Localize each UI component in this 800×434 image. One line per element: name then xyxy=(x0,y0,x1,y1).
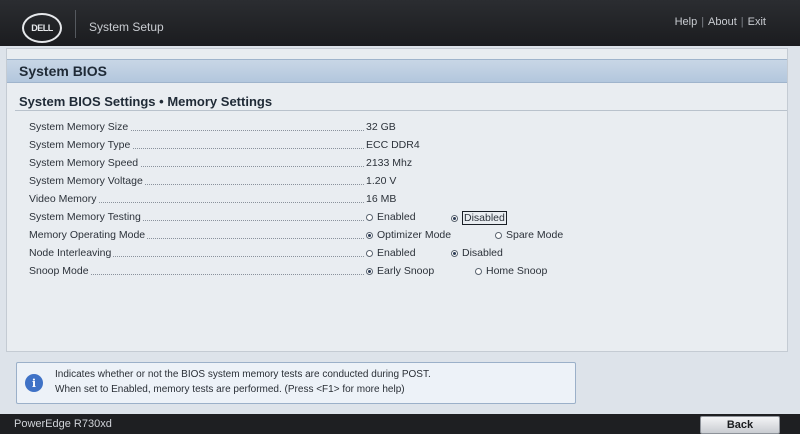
setting-row-memory-speed: System Memory Speed 2133 Mhz xyxy=(21,154,776,172)
radio-label: Enabled xyxy=(377,211,416,223)
setting-row-memory-testing: System Memory Testing Enabled Disabled xyxy=(21,208,776,226)
app-title: System Setup xyxy=(89,20,164,34)
setting-label: Node Interleaving xyxy=(29,247,114,259)
header-divider xyxy=(75,10,76,38)
setting-row-memory-size: System Memory Size 32 GB xyxy=(21,118,776,136)
setting-label: System Memory Testing xyxy=(29,211,143,223)
setting-label: Memory Operating Mode xyxy=(29,229,148,241)
node-interleaving-enabled-radio[interactable]: Enabled xyxy=(366,247,416,259)
radio-label: Enabled xyxy=(377,247,416,259)
header-links: Help | About | Exit xyxy=(675,16,766,28)
info-icon: i xyxy=(25,374,43,392)
setting-row-memory-type: System Memory Type ECC DDR4 xyxy=(21,136,776,154)
memory-testing-disabled-radio[interactable]: Disabled xyxy=(451,211,507,225)
radio-label: Early Snoop xyxy=(377,265,435,277)
radio-label: Home Snoop xyxy=(486,265,548,277)
setting-value: 2133 Mhz xyxy=(366,157,413,169)
setting-row-memory-voltage: System Memory Voltage 1.20 V xyxy=(21,172,776,190)
panel-header: System BIOS xyxy=(7,59,787,83)
home-snoop-radio[interactable]: Home Snoop xyxy=(475,265,547,277)
dell-logo: DELL xyxy=(22,13,62,43)
setting-label: System Memory Size xyxy=(29,121,131,133)
setting-value: 16 MB xyxy=(366,193,397,205)
setting-value: ECC DDR4 xyxy=(366,139,420,151)
panel-title: System BIOS xyxy=(19,63,107,79)
link-separator: | xyxy=(701,16,705,28)
help-link[interactable]: Help xyxy=(675,16,698,28)
server-model: PowerEdge R730xd xyxy=(14,418,112,430)
setting-row-snoop-mode: Snoop Mode Early Snoop Home Snoop xyxy=(21,262,776,280)
about-link[interactable]: About xyxy=(708,16,737,28)
radio-circle-icon xyxy=(366,249,373,257)
radio-label: Optimizer Mode xyxy=(377,229,452,241)
help-line: Indicates whether or not the BIOS system… xyxy=(55,369,431,380)
setting-label: System Memory Speed xyxy=(29,157,141,169)
bottom-bar: PowerEdge R730xd Back xyxy=(0,414,800,434)
memory-testing-enabled-radio[interactable]: Enabled xyxy=(366,211,416,223)
node-interleaving-disabled-radio[interactable]: Disabled xyxy=(451,247,503,259)
setting-label: System Memory Type xyxy=(29,139,133,151)
radio-selected-icon xyxy=(451,249,458,257)
setting-value: 32 GB xyxy=(366,121,396,133)
radio-circle-icon xyxy=(495,231,502,239)
optimizer-mode-radio[interactable]: Optimizer Mode xyxy=(366,229,451,241)
radio-label: Disabled xyxy=(462,247,503,259)
spare-mode-radio[interactable]: Spare Mode xyxy=(495,229,563,241)
top-bar: DELL System Setup Help | About | Exit xyxy=(0,0,800,46)
back-button[interactable]: Back xyxy=(700,416,780,434)
section-title: System BIOS Settings • Memory Settings xyxy=(19,94,273,109)
setting-label: Video Memory xyxy=(29,193,99,205)
section-divider xyxy=(15,110,787,111)
settings-panel: System BIOS System BIOS Settings • Memor… xyxy=(6,48,788,352)
exit-link[interactable]: Exit xyxy=(748,16,766,28)
help-box: i Indicates whether or not the BIOS syst… xyxy=(16,362,576,404)
radio-selected-icon xyxy=(366,231,373,239)
radio-circle-icon xyxy=(475,267,482,275)
setting-row-operating-mode: Memory Operating Mode Optimizer Mode Spa… xyxy=(21,226,776,244)
help-text: Indicates whether or not the BIOS system… xyxy=(55,367,431,397)
setting-row-video-memory: Video Memory 16 MB xyxy=(21,190,776,208)
link-separator: | xyxy=(740,16,744,28)
setting-row-node-interleaving: Node Interleaving Enabled Disabled xyxy=(21,244,776,262)
setting-label: System Memory Voltage xyxy=(29,175,145,187)
radio-circle-icon xyxy=(366,213,373,221)
radio-label: Spare Mode xyxy=(506,229,564,241)
setting-value: 1.20 V xyxy=(366,175,397,187)
radio-selected-icon xyxy=(366,267,373,275)
early-snoop-radio[interactable]: Early Snoop xyxy=(366,265,434,277)
radio-label: Disabled xyxy=(462,211,507,225)
help-line: When set to Enabled, memory tests are pe… xyxy=(55,384,405,395)
radio-selected-icon xyxy=(451,214,458,222)
setting-label: Snoop Mode xyxy=(29,265,91,277)
